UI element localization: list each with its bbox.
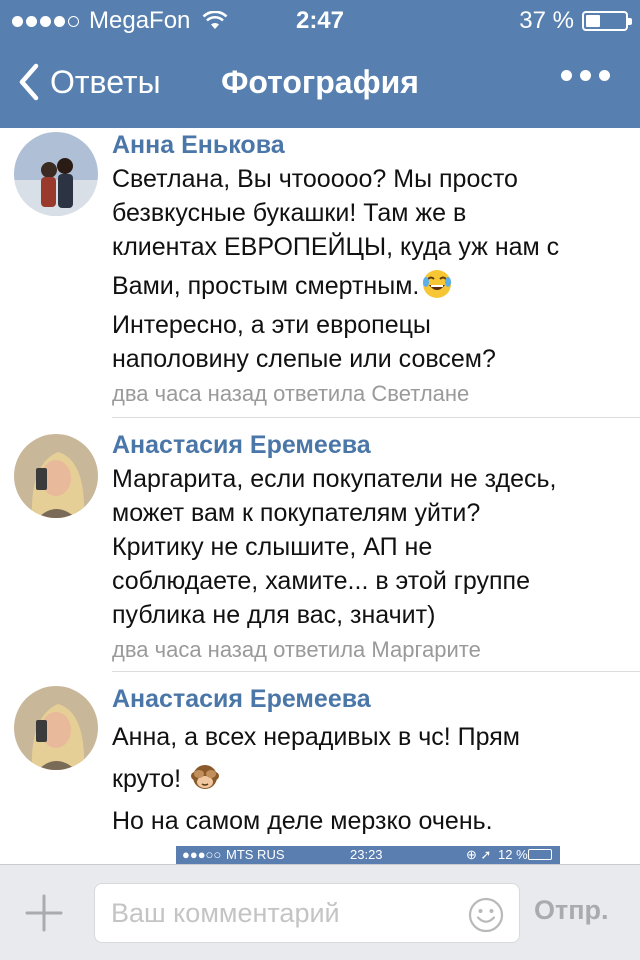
battery-percent: 37 % — [519, 7, 574, 34]
comment-text: Светлана, Вы чтооооо? Мы просто безвкусн… — [112, 165, 560, 373]
chevron-left-icon — [19, 63, 39, 101]
see-no-evil-monkey-emoji-icon — [191, 765, 220, 789]
avatar[interactable] — [14, 686, 98, 770]
comment-input-wrapper — [94, 883, 520, 943]
back-button-label: Ответы — [50, 63, 161, 100]
avatar[interactable] — [14, 132, 98, 216]
back-button[interactable]: Ответы — [14, 62, 161, 102]
comment-author[interactable]: Анастасия Еремеева — [112, 428, 628, 462]
comment-item: Анастасия Еремеева Анна, а всех нерадивы… — [0, 672, 640, 864]
more-dots-icon — [561, 70, 572, 81]
comment-author[interactable]: Анастасия Еремеева — [112, 682, 628, 716]
avatar[interactable] — [14, 434, 98, 518]
send-button[interactable]: Отпр. — [534, 895, 609, 926]
attach-plus-icon[interactable] — [24, 893, 64, 933]
comment-item: Анастасия Еремеева Маргарита, если покуп… — [0, 418, 640, 672]
status-bar: MegaFon 2:47 37 % — [0, 0, 640, 40]
nav-bar: Ответы Фотография — [0, 40, 640, 128]
status-right: 37 % — [519, 7, 632, 35]
comment-item: Анна Енькова Светлана, Вы чтооооо? Мы пр… — [0, 128, 640, 418]
comments-list: Анна Енькова Светлана, Вы чтооооо? Мы пр… — [0, 128, 640, 864]
smile-icon[interactable] — [467, 896, 505, 934]
embedded-screenshot-image[interactable]: ●●●○○ MTS RUS 23:23 ⊕ ➚ 12 % — [176, 846, 560, 864]
tears-of-joy-emoji-icon — [423, 270, 452, 298]
comment-author[interactable]: Анна Енькова — [112, 128, 628, 162]
battery-icon — [582, 11, 632, 31]
app-header: MegaFon 2:47 37 % Ответы Фотография — [0, 0, 640, 128]
comment-meta: два часа назад ответила Светлане — [112, 381, 470, 406]
comment-text: Анна, а всех нерадивых в чс! Прям круто!… — [112, 723, 520, 835]
comment-meta: два часа назад ответила Маргарите — [112, 637, 481, 662]
more-options-button[interactable] — [561, 70, 610, 81]
comment-text: Маргарита, если покупатели не здесь, мож… — [112, 465, 557, 629]
comment-composer: Отпр. — [0, 864, 640, 960]
comment-input[interactable] — [111, 884, 461, 942]
